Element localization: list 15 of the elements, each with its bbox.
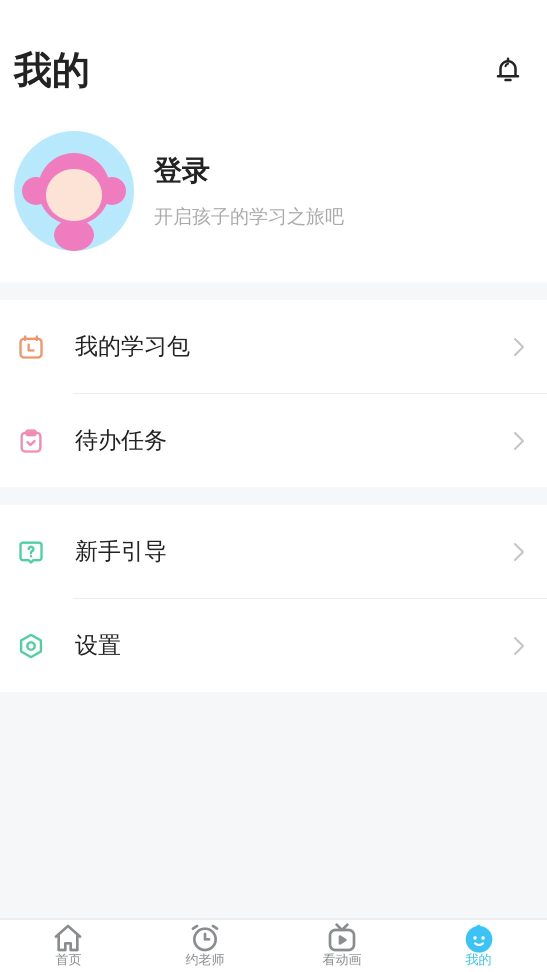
chevron-icon bbox=[513, 430, 525, 450]
login-link[interactable]: 登录 bbox=[154, 152, 344, 190]
tv-icon bbox=[326, 922, 358, 954]
menu-item[interactable]: 我的学习包 bbox=[0, 300, 547, 393]
profile-subtitle: 开启孩子的学习之旅吧 bbox=[154, 205, 344, 230]
home-icon bbox=[52, 922, 84, 954]
baby-face-icon bbox=[462, 922, 495, 954]
chevron-icon bbox=[513, 336, 525, 356]
menu-item[interactable]: 待办任务 bbox=[0, 394, 547, 487]
menu-item[interactable]: 设置 bbox=[0, 599, 547, 692]
chevron-icon bbox=[513, 636, 525, 656]
menu-item[interactable]: 新手引导 bbox=[0, 505, 547, 598]
page-title: 我的 bbox=[14, 46, 90, 94]
chevron-icon bbox=[513, 542, 525, 562]
alarm-clock-icon bbox=[189, 922, 222, 954]
